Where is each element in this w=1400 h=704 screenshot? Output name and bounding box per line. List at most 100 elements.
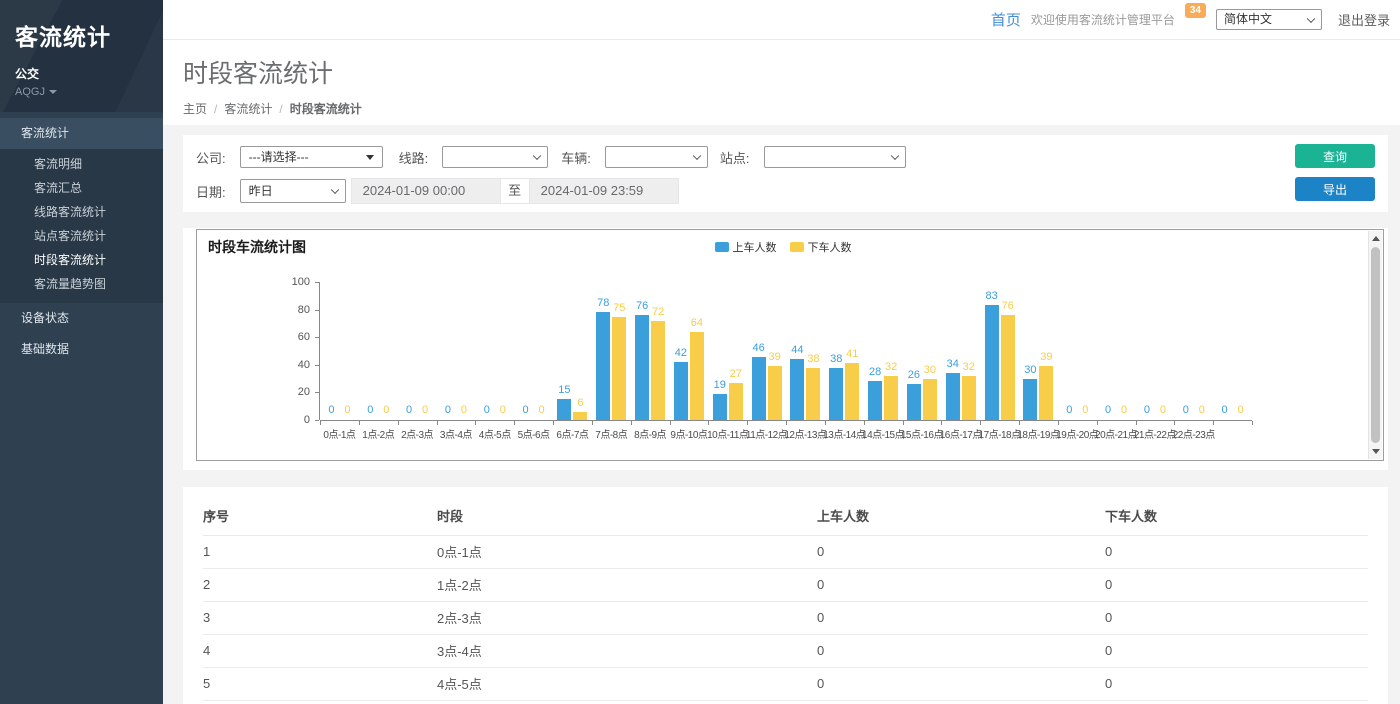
page-heading: 时段客流统计 主页 / 客流统计 / 时段客流统计 bbox=[163, 40, 1400, 125]
chevron-down-icon bbox=[693, 152, 701, 160]
date-preset-value: 昨日 bbox=[249, 184, 273, 198]
bar-上车人数-15点-16点 bbox=[907, 384, 921, 420]
sidebar-item-device-status[interactable]: 设备状态 bbox=[0, 303, 163, 334]
bar-value-label: 41 bbox=[835, 348, 869, 360]
bar-下车人数-16点-17点 bbox=[962, 376, 976, 420]
sidebar-subitem-station-passenger-stats[interactable]: 站点客流统计 bbox=[0, 224, 163, 248]
table-row: 10点-1点00 bbox=[203, 536, 1368, 569]
bar-上车人数-14点-15点 bbox=[868, 381, 882, 420]
sidebar-subitem-passenger-trend-chart[interactable]: 客流量趋势图 bbox=[0, 272, 163, 296]
app-window: 客流统计 公交 AQGJ 客流统计客流明细客流汇总线路客流统计站点客流统计时段客… bbox=[0, 0, 1400, 704]
org-name: 公交 bbox=[15, 65, 163, 82]
table-cell: 3点-4点 bbox=[437, 635, 817, 668]
breadcrumb-separator: / bbox=[279, 102, 282, 116]
chart-scrollbar[interactable] bbox=[1368, 231, 1382, 459]
x-axis-tick bbox=[903, 421, 904, 425]
date-label: 日期: bbox=[196, 182, 226, 201]
line-label: 线路: bbox=[399, 148, 429, 167]
station-select[interactable] bbox=[764, 146, 906, 168]
filter-buttons: 查询 导出 bbox=[1295, 144, 1375, 201]
bar-value-label: 39 bbox=[1029, 351, 1063, 363]
period-stats-table: 序号时段上车人数下车人数10点-1点0021点-2点0032点-3点0043点-… bbox=[203, 497, 1368, 704]
data-table-panel: 序号时段上车人数下车人数10点-1点0021点-2点0032点-3点0043点-… bbox=[183, 487, 1388, 704]
y-axis-tick-label: 80 bbox=[280, 304, 310, 316]
export-button[interactable]: 导出 bbox=[1295, 177, 1375, 201]
sidebar-subitem-passenger-detail[interactable]: 客流明细 bbox=[0, 152, 163, 176]
chevron-down-icon bbox=[330, 186, 338, 194]
table-header-4: 下车人数 bbox=[1105, 497, 1368, 536]
company-select[interactable]: ---请选择--- bbox=[240, 146, 383, 168]
date-from-input[interactable]: 2024-01-09 00:00 bbox=[351, 178, 501, 204]
table-cell: 0 bbox=[817, 701, 1105, 704]
bar-上车人数-10点-11点 bbox=[713, 394, 727, 420]
chevron-down-icon bbox=[890, 152, 898, 160]
line-select[interactable] bbox=[442, 146, 548, 168]
date-preset-select[interactable]: 昨日 bbox=[240, 179, 346, 203]
table-header-3: 上车人数 bbox=[817, 497, 1105, 536]
x-axis-tick bbox=[359, 421, 360, 425]
table-cell: 0 bbox=[817, 536, 1105, 569]
y-axis-tick-label: 20 bbox=[280, 386, 310, 398]
y-axis-tick-label: 100 bbox=[280, 276, 310, 288]
y-axis-tick bbox=[315, 365, 319, 366]
sidebar-subitem-passenger-summary[interactable]: 客流汇总 bbox=[0, 176, 163, 200]
table-cell: 0 bbox=[817, 635, 1105, 668]
y-axis-tick bbox=[315, 392, 319, 393]
x-axis-tick bbox=[1019, 421, 1020, 425]
sidebar-item-base-data[interactable]: 基础数据 bbox=[0, 334, 163, 365]
breadcrumb-current: 时段客流统计 bbox=[290, 100, 362, 117]
breadcrumb-section[interactable]: 客流统计 bbox=[224, 100, 272, 117]
x-axis-tick bbox=[786, 421, 787, 425]
x-axis-tick bbox=[1136, 421, 1137, 425]
language-select[interactable]: 简体中文 bbox=[1216, 9, 1322, 30]
x-axis-category-label: 22点-23点 bbox=[1169, 426, 1219, 441]
table-row: 43点-4点00 bbox=[203, 635, 1368, 668]
x-axis-tick bbox=[475, 421, 476, 425]
filter-panel: 公司: ---请选择--- 线路: 车辆: 站点: bbox=[183, 135, 1388, 212]
search-button[interactable]: 查询 bbox=[1295, 144, 1375, 168]
table-cell: 2 bbox=[203, 569, 437, 602]
sidebar-subitem-period-passenger-stats[interactable]: 时段客流统计 bbox=[0, 248, 163, 272]
bar-上车人数-8点-9点 bbox=[635, 315, 649, 420]
table-row: 21点-2点00 bbox=[203, 569, 1368, 602]
y-axis-line bbox=[319, 282, 320, 420]
x-axis-tick bbox=[670, 421, 671, 425]
scroll-down-icon[interactable] bbox=[1372, 449, 1380, 454]
table-row: 54点-5点00 bbox=[203, 668, 1368, 701]
bar-上车人数-7点-8点 bbox=[596, 312, 610, 420]
bar-上车人数-17点-18点 bbox=[985, 305, 999, 420]
sidebar-item-passenger-stats[interactable]: 客流统计 bbox=[0, 118, 163, 149]
table-cell: 6 bbox=[203, 701, 437, 704]
table-cell: 1 bbox=[203, 536, 437, 569]
bar-上车人数-12点-13点 bbox=[790, 359, 804, 420]
bar-下车人数-11点-12点 bbox=[768, 366, 782, 420]
scroll-up-icon[interactable] bbox=[1372, 236, 1380, 241]
x-axis-tick bbox=[825, 421, 826, 425]
scrollbar-thumb[interactable] bbox=[1371, 247, 1380, 443]
bar-下车人数-8点-9点 bbox=[651, 321, 665, 420]
bar-下车人数-12点-13点 bbox=[806, 368, 820, 420]
bar-上车人数-16点-17点 bbox=[946, 373, 960, 420]
table-cell: 0 bbox=[1105, 635, 1368, 668]
home-link[interactable]: 首页 bbox=[991, 9, 1021, 30]
org-code-dropdown[interactable]: AQGJ bbox=[15, 86, 163, 98]
x-axis-tick bbox=[1213, 421, 1214, 425]
y-axis-tick-label: 0 bbox=[280, 414, 310, 426]
x-axis-tick bbox=[708, 421, 709, 425]
bar-value-label: 76 bbox=[991, 300, 1025, 312]
sidebar-menu: 客流统计客流明细客流汇总线路客流统计站点客流统计时段客流统计客流量趋势图设备状态… bbox=[0, 118, 163, 365]
page-title: 时段客流统计 bbox=[183, 54, 1400, 90]
breadcrumb-home[interactable]: 主页 bbox=[183, 100, 207, 117]
sidebar-subitem-line-passenger-stats[interactable]: 线路客流统计 bbox=[0, 200, 163, 224]
y-axis-tick-label: 40 bbox=[280, 359, 310, 371]
vehicle-select[interactable] bbox=[605, 146, 708, 168]
bar-下车人数-10点-11点 bbox=[729, 383, 743, 420]
bar-chart-plot: 020406080100000点-1点001点-2点002点-3点003点-4点… bbox=[197, 230, 1383, 460]
table-header-1: 序号 bbox=[203, 497, 437, 536]
logout-link[interactable]: 退出登录 bbox=[1338, 10, 1390, 29]
notification-count-badge[interactable]: 34 bbox=[1185, 3, 1206, 18]
date-to-input[interactable]: 2024-01-09 23:59 bbox=[529, 178, 679, 204]
x-axis-tick bbox=[553, 421, 554, 425]
bar-value-label: 27 bbox=[719, 368, 753, 380]
table-cell: 0 bbox=[1105, 668, 1368, 701]
